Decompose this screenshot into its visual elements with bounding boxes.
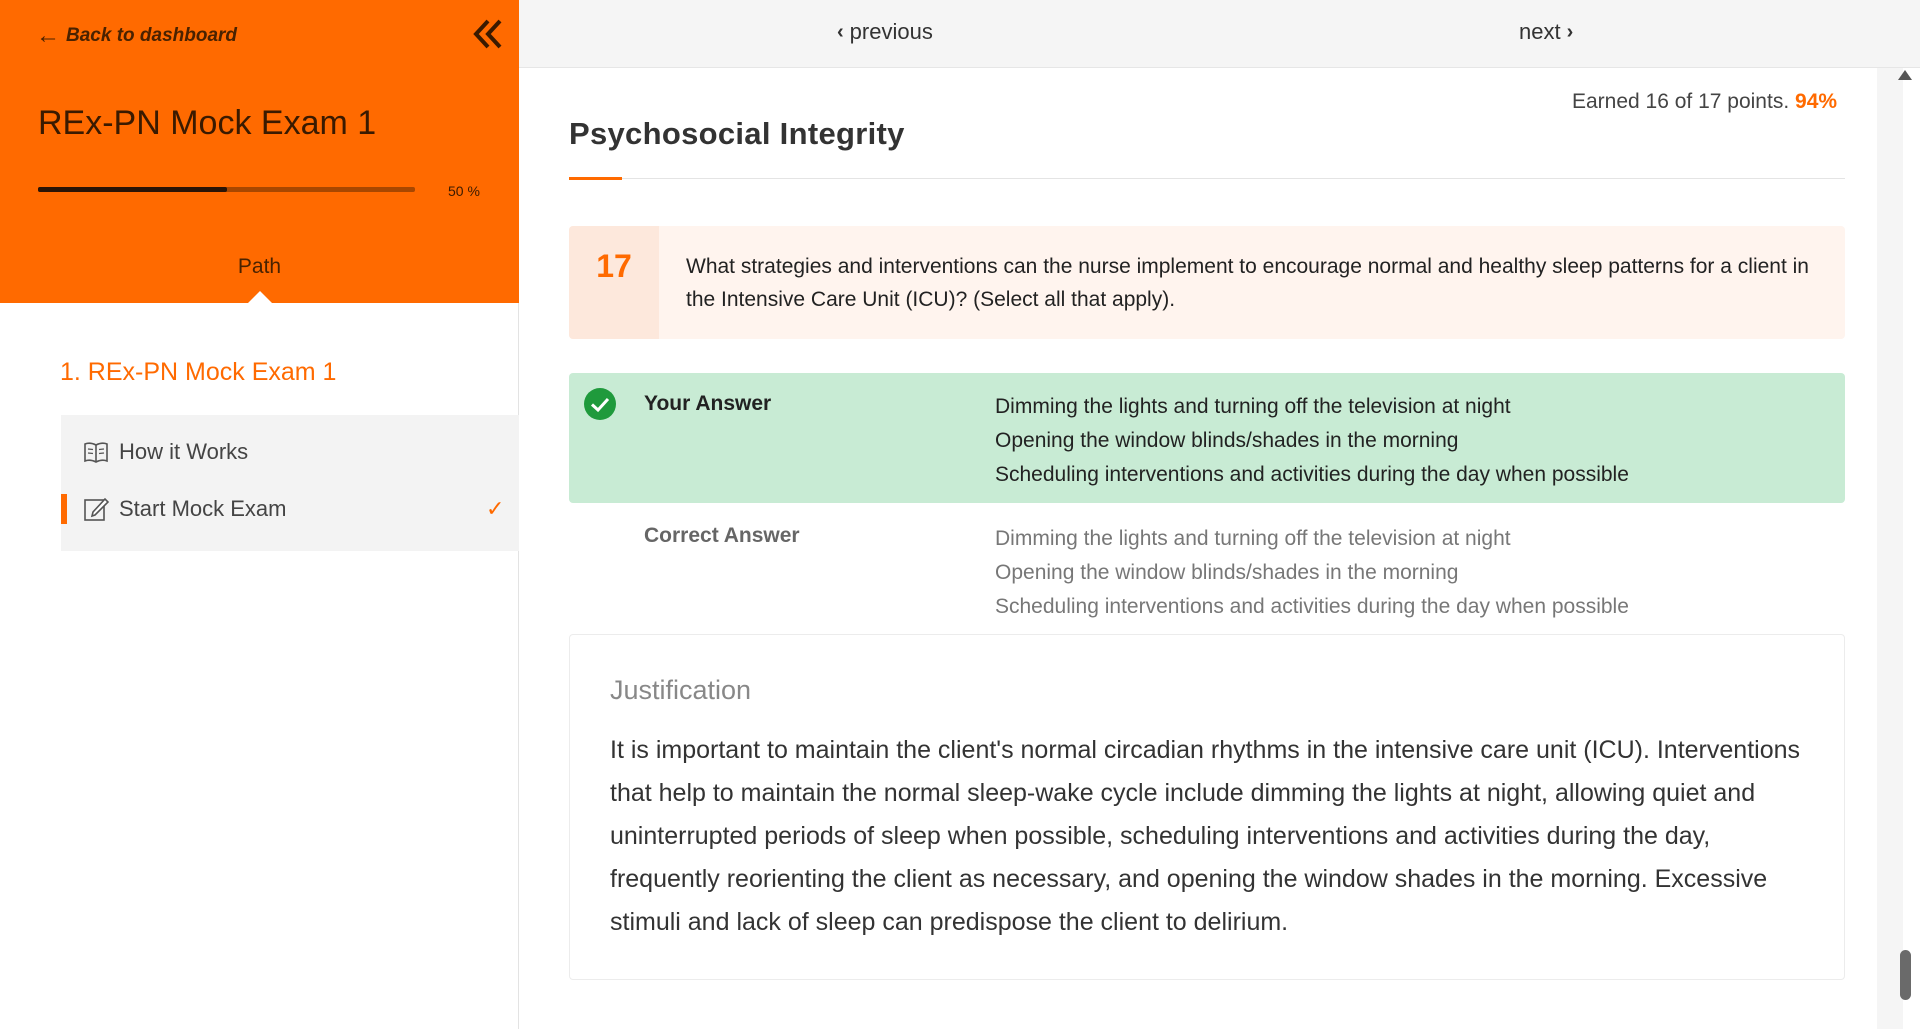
chevron-left-icon: ‹	[837, 20, 844, 43]
answer-option: Dimming the lights and turning off the t…	[995, 395, 1511, 418]
correct-check-circle-icon	[584, 388, 616, 420]
course-header: ← Back to dashboard REx-PN Mock Exam 1 5…	[0, 0, 519, 253]
sidebar-item-how-it-works[interactable]: How it Works	[61, 429, 519, 475]
sidebar-item-label: How it Works	[119, 439, 249, 464]
answer-option: Dimming the lights and turning off the t…	[995, 527, 1511, 550]
question-text: What strategies and interventions can th…	[686, 255, 1809, 311]
question-card: 17 What strategies and interventions can…	[569, 226, 1845, 339]
sidebar: ← Back to dashboard REx-PN Mock Exam 1 5…	[0, 0, 519, 1029]
lesson-list: How it Works Start Mock Exam ✓	[61, 415, 519, 551]
answer-option: Scheduling interventions and activities …	[995, 463, 1629, 486]
chevron-right-icon: ›	[1566, 20, 1574, 43]
course-progress-fill	[38, 187, 227, 192]
justification-text: It is important to maintain the client's…	[610, 736, 1801, 936]
previous-button[interactable]: ‹ previous	[837, 19, 933, 45]
category-divider-accent	[569, 177, 622, 180]
active-item-indicator	[61, 494, 67, 524]
answer-option: Opening the window blinds/shades in the …	[995, 429, 1459, 452]
section-title[interactable]: 1. REx-PN Mock Exam 1	[60, 358, 336, 387]
back-to-dashboard-link[interactable]: ← Back to dashboard	[36, 24, 237, 48]
next-button[interactable]: next ›	[1519, 19, 1573, 45]
sidebar-item-label: Start Mock Exam	[119, 496, 287, 521]
tab-path-label: Path	[237, 255, 282, 278]
correct-answer-list: Dimming the lights and turning off the t…	[995, 522, 1629, 624]
score-summary: Earned 16 of 17 points. 94%	[1572, 90, 1837, 114]
next-label: next	[1519, 19, 1561, 44]
category-title: Psychosocial Integrity	[569, 116, 905, 151]
arrow-left-icon: ←	[36, 22, 60, 49]
your-answer-row: Your Answer Dimming the lights and turni…	[569, 373, 1845, 503]
category-divider	[569, 178, 1845, 179]
edit-icon	[84, 497, 109, 521]
back-link-label: Back to dashboard	[66, 25, 238, 46]
score-percent: 94%	[1795, 90, 1838, 113]
previous-label: previous	[849, 19, 933, 44]
question-number: 17	[596, 248, 632, 284]
scroll-up-arrow-icon[interactable]	[1898, 70, 1912, 80]
question-number-box: 17	[569, 226, 659, 339]
sidebar-item-start-mock-exam[interactable]: Start Mock Exam ✓	[61, 486, 519, 532]
active-tab-caret	[248, 291, 272, 303]
score-text: Earned 16 of 17 points.	[1572, 90, 1790, 113]
course-progress-bar	[38, 187, 415, 192]
book-icon	[84, 442, 108, 463]
correct-answer-label: Correct Answer	[644, 524, 800, 547]
scrollbar-thumb[interactable]	[1900, 950, 1911, 1000]
justification-title: Justification	[610, 675, 752, 705]
your-answer-label: Your Answer	[644, 392, 772, 415]
correct-answer-row: Correct Answer Dimming the lights and tu…	[569, 510, 1845, 630]
course-progress-percent: 50 %	[448, 183, 480, 199]
collapse-sidebar-icon[interactable]	[470, 16, 506, 52]
course-title: REx-PN Mock Exam 1	[38, 104, 377, 142]
completed-check-icon: ✓	[486, 496, 505, 521]
content-gutter-right	[1877, 68, 1903, 1029]
your-answer-list: Dimming the lights and turning off the t…	[995, 390, 1629, 492]
justification-card: Justification It is important to maintai…	[569, 634, 1845, 980]
answer-option: Opening the window blinds/shades in the …	[995, 561, 1459, 584]
lesson-nav-bar: ‹ previous next ›	[519, 0, 1920, 68]
answer-option: Scheduling interventions and activities …	[995, 595, 1629, 618]
